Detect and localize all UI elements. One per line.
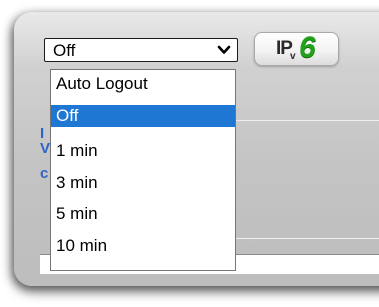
ipv6-six-text: 6: [299, 31, 316, 64]
auto-logout-dropdown-list: Auto Logout Off 1 min 3 min 5 min 10 min: [50, 69, 236, 271]
option-1-min[interactable]: 1 min: [51, 140, 235, 162]
option-10-min[interactable]: 10 min: [51, 235, 235, 257]
ipv6-button[interactable]: IP v 6: [254, 32, 339, 66]
option-off[interactable]: Off: [51, 105, 235, 127]
option-3-min[interactable]: 3 min: [51, 172, 235, 194]
option-auto-logout[interactable]: Auto Logout: [51, 73, 235, 95]
chevron-down-icon: [217, 45, 231, 54]
screenshot-frame: I V c Search Menu Off IP v 6 Auto Logout…: [0, 0, 379, 307]
option-5-min[interactable]: 5 min: [51, 203, 235, 225]
ipv6-v-text: v: [290, 51, 296, 62]
hidden-text-fragment: c: [40, 165, 49, 182]
divider-line: [236, 120, 379, 121]
hidden-text-fragment: V: [40, 140, 51, 157]
auto-logout-selected-value: Off: [53, 41, 76, 60]
auto-logout-select[interactable]: Off: [44, 38, 238, 62]
divider-line: [236, 238, 379, 239]
